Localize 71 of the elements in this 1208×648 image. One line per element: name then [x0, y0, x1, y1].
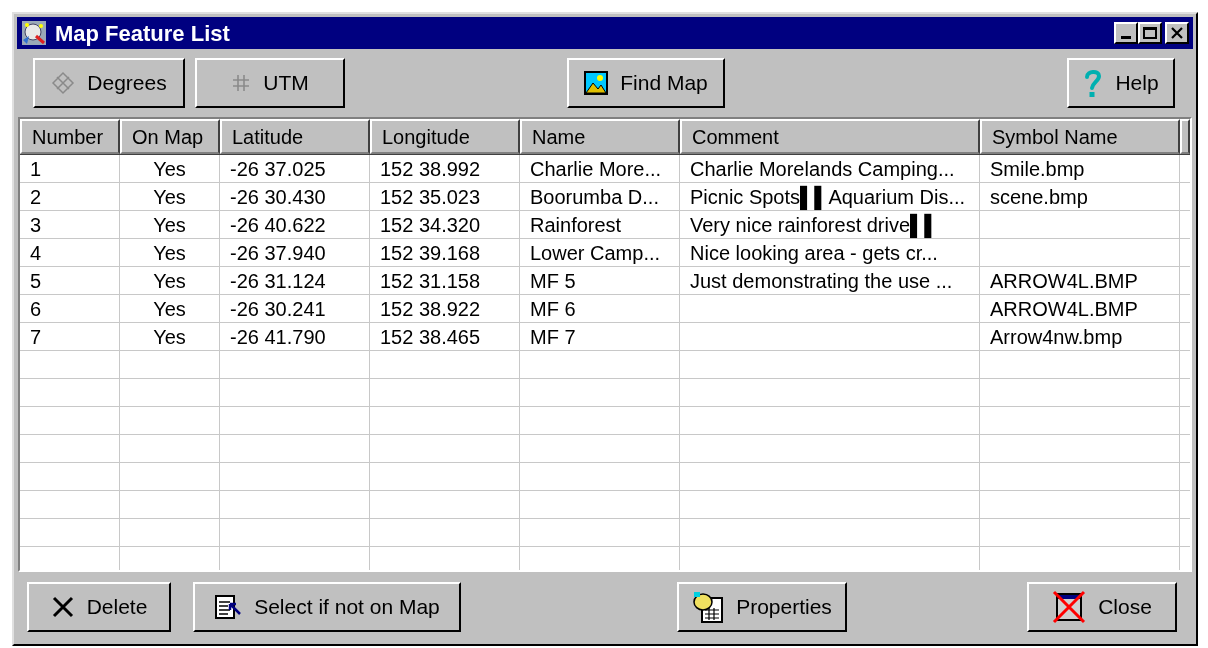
table-cell: 152 39.168: [380, 242, 481, 263]
table-cell: Arrow4nw.bmp: [990, 326, 1123, 347]
column-header[interactable]: Latitude: [220, 119, 370, 154]
table-cell: Nice looking area - gets cr...: [690, 242, 938, 263]
table-cell: MF 6: [530, 298, 576, 319]
properties-button[interactable]: Properties: [677, 581, 847, 632]
table-cell: 3: [30, 214, 42, 235]
table-cell: Yes: [153, 242, 186, 263]
table-cell: Yes: [153, 326, 186, 347]
picture-icon: [584, 71, 609, 95]
table-cell: 6: [30, 298, 42, 319]
table-cell: 2: [30, 186, 42, 207]
table-cell: 152 38.992: [380, 158, 481, 179]
table-cell: 152 34.320: [380, 214, 481, 235]
table-cell: Yes: [153, 214, 186, 235]
table-cell: Smile.bmp: [990, 158, 1085, 179]
table-cell: Lower Camp...: [530, 242, 661, 263]
table-cell: 152 31.158: [380, 270, 481, 291]
close-icon: [1171, 27, 1183, 39]
table-cell: scene.bmp: [990, 186, 1088, 207]
table-cell: Yes: [153, 186, 186, 207]
table-cell: 152 35.023: [380, 186, 481, 207]
help-button[interactable]: Help: [1067, 58, 1175, 108]
close-button[interactable]: Close: [1027, 581, 1177, 632]
table-cell: -26 41.790: [230, 326, 326, 347]
column-header[interactable]: Symbol Name: [980, 119, 1180, 154]
table-cell: Yes: [153, 270, 186, 291]
table-cell: Charlie Morelands Camping...: [690, 158, 955, 179]
table-cell: 4: [30, 242, 42, 263]
table-cell: MF 5: [530, 270, 576, 291]
column-header[interactable]: Longitude: [370, 119, 520, 154]
table-cell: 1: [30, 158, 42, 179]
table-cell: 7: [30, 326, 42, 347]
table-cell: MF 7: [530, 326, 576, 347]
table-cell: -26 31.124: [230, 270, 326, 291]
select-button[interactable]: Select if not on Map: [193, 581, 461, 632]
table-cell: -26 40.622: [230, 214, 326, 235]
cross-icon: [50, 594, 75, 619]
minimize-icon: [1121, 36, 1131, 39]
table-cell: Charlie More...: [530, 158, 662, 179]
maximize-icon: [1143, 27, 1157, 39]
column-header[interactable]: Number: [20, 119, 120, 154]
table-cell: 5: [30, 270, 42, 291]
find-map-button[interactable]: Find Map: [567, 58, 725, 108]
table-cell: Yes: [153, 298, 186, 319]
table-cell: Just demonstrating the use ...: [690, 270, 953, 291]
table-cell: 152 38.465: [380, 326, 481, 347]
table-cell: -26 37.025: [230, 158, 326, 179]
delete-button[interactable]: Delete: [27, 581, 171, 632]
question-mark-icon: [1083, 68, 1104, 98]
table-cell: ARROW4L.BMP: [990, 270, 1138, 291]
table-cell: -26 30.241: [230, 298, 326, 319]
column-header[interactable]: Name: [520, 119, 680, 154]
table-cell: -26 30.430: [230, 186, 326, 207]
table-cell: Boorumba D...: [530, 186, 659, 207]
column-header[interactable]: On Map: [120, 119, 220, 154]
minimize-button[interactable]: [1114, 22, 1138, 44]
table-cell: Rainforest: [530, 214, 622, 235]
table-cell: 152 38.922: [380, 298, 481, 319]
document-cursor-icon: [214, 593, 243, 620]
utm-button[interactable]: UTM: [195, 58, 345, 108]
table-cell: Yes: [153, 158, 186, 179]
window-title: Map Feature List: [55, 19, 231, 48]
table-cell: ARROW4L.BMP: [990, 298, 1138, 319]
table-cell: -26 37.940: [230, 242, 326, 263]
column-header[interactable]: Comment: [680, 119, 980, 154]
grid-hash-icon: [231, 73, 252, 93]
compass-star-icon: [51, 71, 76, 95]
maximize-button[interactable]: [1138, 22, 1162, 44]
close-window-button[interactable]: [1165, 22, 1189, 44]
degrees-button[interactable]: Degrees: [33, 58, 185, 108]
